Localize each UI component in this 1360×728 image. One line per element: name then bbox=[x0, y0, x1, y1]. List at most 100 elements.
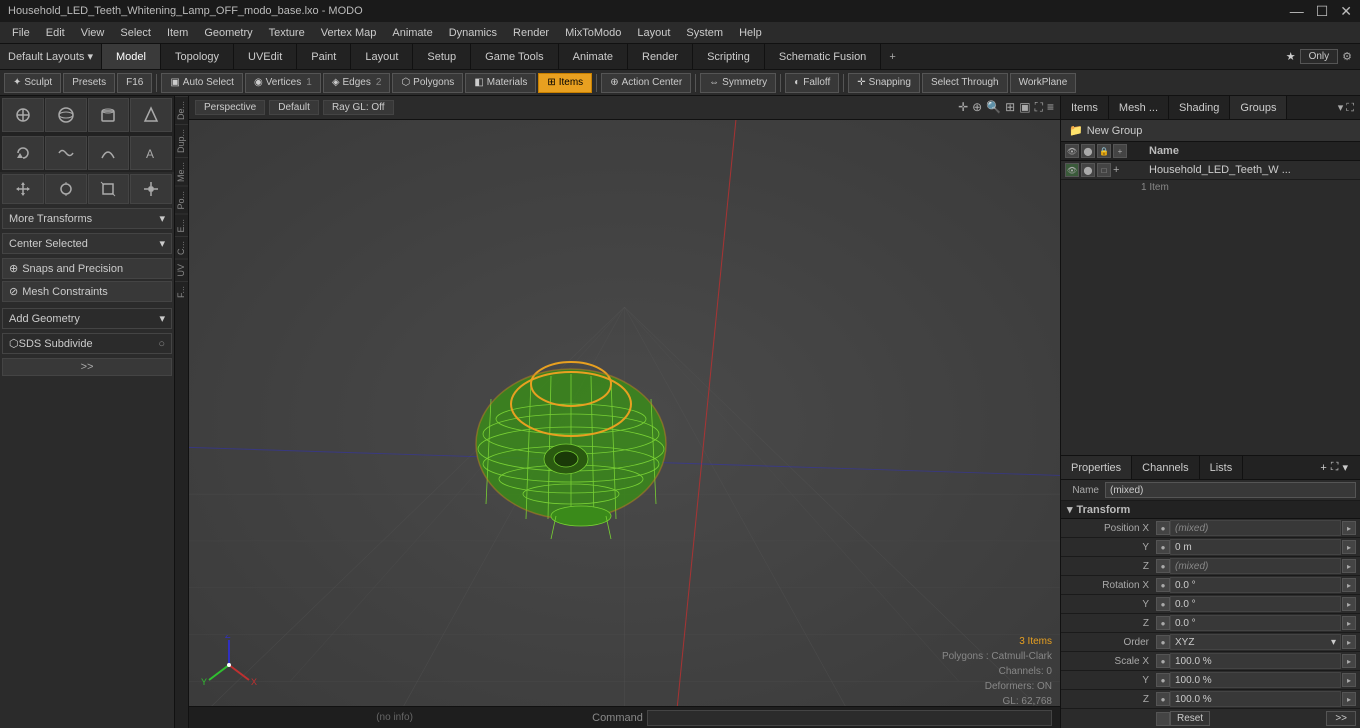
menu-vertexmap[interactable]: Vertex Map bbox=[313, 25, 385, 41]
viewport-icon-camera[interactable]: ⊕ bbox=[972, 100, 982, 115]
add-header-icon[interactable]: + bbox=[1113, 144, 1127, 158]
materials-button[interactable]: ◧ Materials bbox=[465, 73, 536, 93]
auto-select-button[interactable]: ▣ Auto Select bbox=[161, 73, 243, 93]
scale-z-dot[interactable]: ● bbox=[1156, 692, 1170, 706]
more-transforms-button[interactable]: More Transforms ▾ bbox=[2, 208, 172, 229]
sculpt-button[interactable]: ✦ Sculpt bbox=[4, 73, 61, 93]
snapping-button[interactable]: ✛ Snapping bbox=[848, 73, 920, 93]
vs-po[interactable]: Po... bbox=[175, 186, 188, 214]
tool-cone[interactable] bbox=[130, 98, 172, 132]
tool-wave[interactable] bbox=[45, 136, 87, 170]
reset-button[interactable]: Reset bbox=[1170, 711, 1210, 726]
transform-move[interactable] bbox=[2, 174, 44, 204]
order-dot[interactable]: ● bbox=[1156, 635, 1170, 649]
rotation-x-dot[interactable]: ● bbox=[1156, 578, 1170, 592]
tab-schematic[interactable]: Schematic Fusion bbox=[765, 44, 881, 69]
vs-me[interactable]: Me... bbox=[175, 157, 188, 186]
expand-row-icon[interactable]: + bbox=[1113, 164, 1119, 176]
transform-rotate[interactable] bbox=[45, 174, 87, 204]
perspective-button[interactable]: Perspective bbox=[195, 100, 265, 115]
menu-render[interactable]: Render bbox=[505, 25, 557, 41]
raygl-button[interactable]: Ray GL: Off bbox=[323, 100, 394, 115]
tab-animate[interactable]: Animate bbox=[559, 44, 628, 69]
viewport-icon-cross[interactable]: ✛ bbox=[958, 100, 968, 115]
vs-f[interactable]: F... bbox=[175, 281, 188, 302]
menu-mixtomodo[interactable]: MixToModo bbox=[557, 25, 629, 41]
scale-y-arrow[interactable]: ▸ bbox=[1342, 673, 1356, 687]
snaps-precision-button[interactable]: ⊕ Snaps and Precision bbox=[2, 258, 172, 279]
viewport-canvas[interactable]: X Y Z 3 Items Polygons : Catmull-Clark C… bbox=[189, 120, 1060, 728]
vertices-button[interactable]: ◉ Vertices 1 bbox=[245, 73, 321, 93]
rotation-z-arrow[interactable]: ▸ bbox=[1342, 616, 1356, 630]
tool-sphere[interactable] bbox=[45, 98, 87, 132]
add-layout-tab[interactable]: + bbox=[881, 44, 903, 69]
tool-cylinder[interactable] bbox=[88, 98, 130, 132]
tab-mesh[interactable]: Mesh ... bbox=[1109, 96, 1169, 119]
viewport-icon-zoom-out[interactable]: 🔍 bbox=[986, 100, 1001, 115]
position-y-dot[interactable]: ● bbox=[1156, 540, 1170, 554]
rotation-y-dot[interactable]: ● bbox=[1156, 597, 1170, 611]
rotation-x-value[interactable]: 0.0 ° bbox=[1170, 577, 1341, 593]
rotation-x-arrow[interactable]: ▸ bbox=[1342, 578, 1356, 592]
tab-properties[interactable]: Properties bbox=[1061, 456, 1132, 479]
layout-preset-dropdown[interactable]: Default Layouts ▾ bbox=[0, 44, 102, 69]
scale-y-dot[interactable]: ● bbox=[1156, 673, 1170, 687]
position-z-value[interactable]: (mixed) bbox=[1170, 558, 1341, 574]
position-x-value[interactable]: (mixed) bbox=[1170, 520, 1341, 536]
tabs-expand[interactable]: ▾ ⛶ bbox=[1332, 101, 1360, 115]
props-collapse-icon[interactable]: ▾ bbox=[1342, 461, 1348, 474]
tab-shading[interactable]: Shading bbox=[1169, 96, 1230, 119]
symmetry-button[interactable]: ⇔ Symmetry bbox=[700, 73, 776, 93]
menu-geometry[interactable]: Geometry bbox=[196, 25, 260, 41]
position-z-arrow[interactable]: ▸ bbox=[1342, 559, 1356, 573]
menu-edit[interactable]: Edit bbox=[38, 25, 73, 41]
vs-de[interactable]: De... bbox=[175, 96, 188, 124]
close-btn[interactable]: ✕ bbox=[1340, 3, 1352, 20]
add-geometry-button[interactable]: Add Geometry ▾ bbox=[2, 308, 172, 329]
tab-setup[interactable]: Setup bbox=[413, 44, 471, 69]
tab-paint[interactable]: Paint bbox=[297, 44, 351, 69]
presets-button[interactable]: Presets bbox=[63, 73, 115, 93]
tab-model[interactable]: Model bbox=[102, 44, 161, 69]
viewport-icon-expand[interactable]: ⛶ bbox=[1035, 100, 1043, 115]
scale-x-value[interactable]: 100.0 % bbox=[1170, 653, 1341, 669]
position-z-dot[interactable]: ● bbox=[1156, 559, 1170, 573]
polygons-button[interactable]: ⬡ Polygons bbox=[392, 73, 463, 93]
vs-uv[interactable]: UV bbox=[175, 259, 188, 281]
position-x-dot[interactable]: ● bbox=[1156, 521, 1170, 535]
edges-button[interactable]: ◈ Edges 2 bbox=[323, 73, 391, 93]
position-y-value[interactable]: 0 m bbox=[1170, 539, 1341, 555]
vs-c[interactable]: C... bbox=[175, 236, 188, 259]
tab-lists[interactable]: Lists bbox=[1200, 456, 1244, 479]
menu-texture[interactable]: Texture bbox=[261, 25, 313, 41]
command-input[interactable] bbox=[647, 710, 1052, 726]
scale-z-arrow[interactable]: ▸ bbox=[1342, 692, 1356, 706]
select-through-button[interactable]: Select Through bbox=[922, 73, 1008, 93]
workplane-button[interactable]: WorkPlane bbox=[1010, 73, 1077, 93]
f16-button[interactable]: F16 bbox=[117, 73, 152, 93]
expand-button[interactable]: >> bbox=[2, 358, 172, 376]
scale-z-value[interactable]: 100.0 % bbox=[1170, 691, 1341, 707]
menu-view[interactable]: View bbox=[73, 25, 113, 41]
position-y-arrow[interactable]: ▸ bbox=[1342, 540, 1356, 554]
menu-layout[interactable]: Layout bbox=[629, 25, 678, 41]
tool-text[interactable]: A bbox=[130, 136, 172, 170]
menu-system[interactable]: System bbox=[678, 25, 731, 41]
viewport[interactable]: Perspective Default Ray GL: Off ✛ ⊕ 🔍 ⊞ … bbox=[189, 96, 1060, 728]
sel-icon[interactable]: □ bbox=[1097, 163, 1111, 177]
scene-item-row[interactable]: 👁 ⬤ □ + Household_LED_Teeth_W ... bbox=[1061, 161, 1360, 180]
rotation-z-value[interactable]: 0.0 ° bbox=[1170, 615, 1341, 631]
menu-help[interactable]: Help bbox=[731, 25, 770, 41]
tool-smooth[interactable] bbox=[88, 136, 130, 170]
tool-rotate[interactable] bbox=[2, 136, 44, 170]
menu-dynamics[interactable]: Dynamics bbox=[441, 25, 505, 41]
only-button[interactable]: Only bbox=[1300, 49, 1339, 64]
tab-groups[interactable]: Groups bbox=[1230, 96, 1287, 119]
items-button[interactable]: ⊞ Items bbox=[538, 73, 592, 93]
tab-items[interactable]: Items bbox=[1061, 96, 1109, 119]
menu-animate[interactable]: Animate bbox=[384, 25, 440, 41]
transform-section-header[interactable]: ▾ Transform bbox=[1061, 501, 1360, 519]
vs-e[interactable]: E... bbox=[175, 214, 188, 237]
props-expand-icon[interactable]: ⛶ bbox=[1331, 461, 1339, 474]
menu-item[interactable]: Item bbox=[159, 25, 196, 41]
